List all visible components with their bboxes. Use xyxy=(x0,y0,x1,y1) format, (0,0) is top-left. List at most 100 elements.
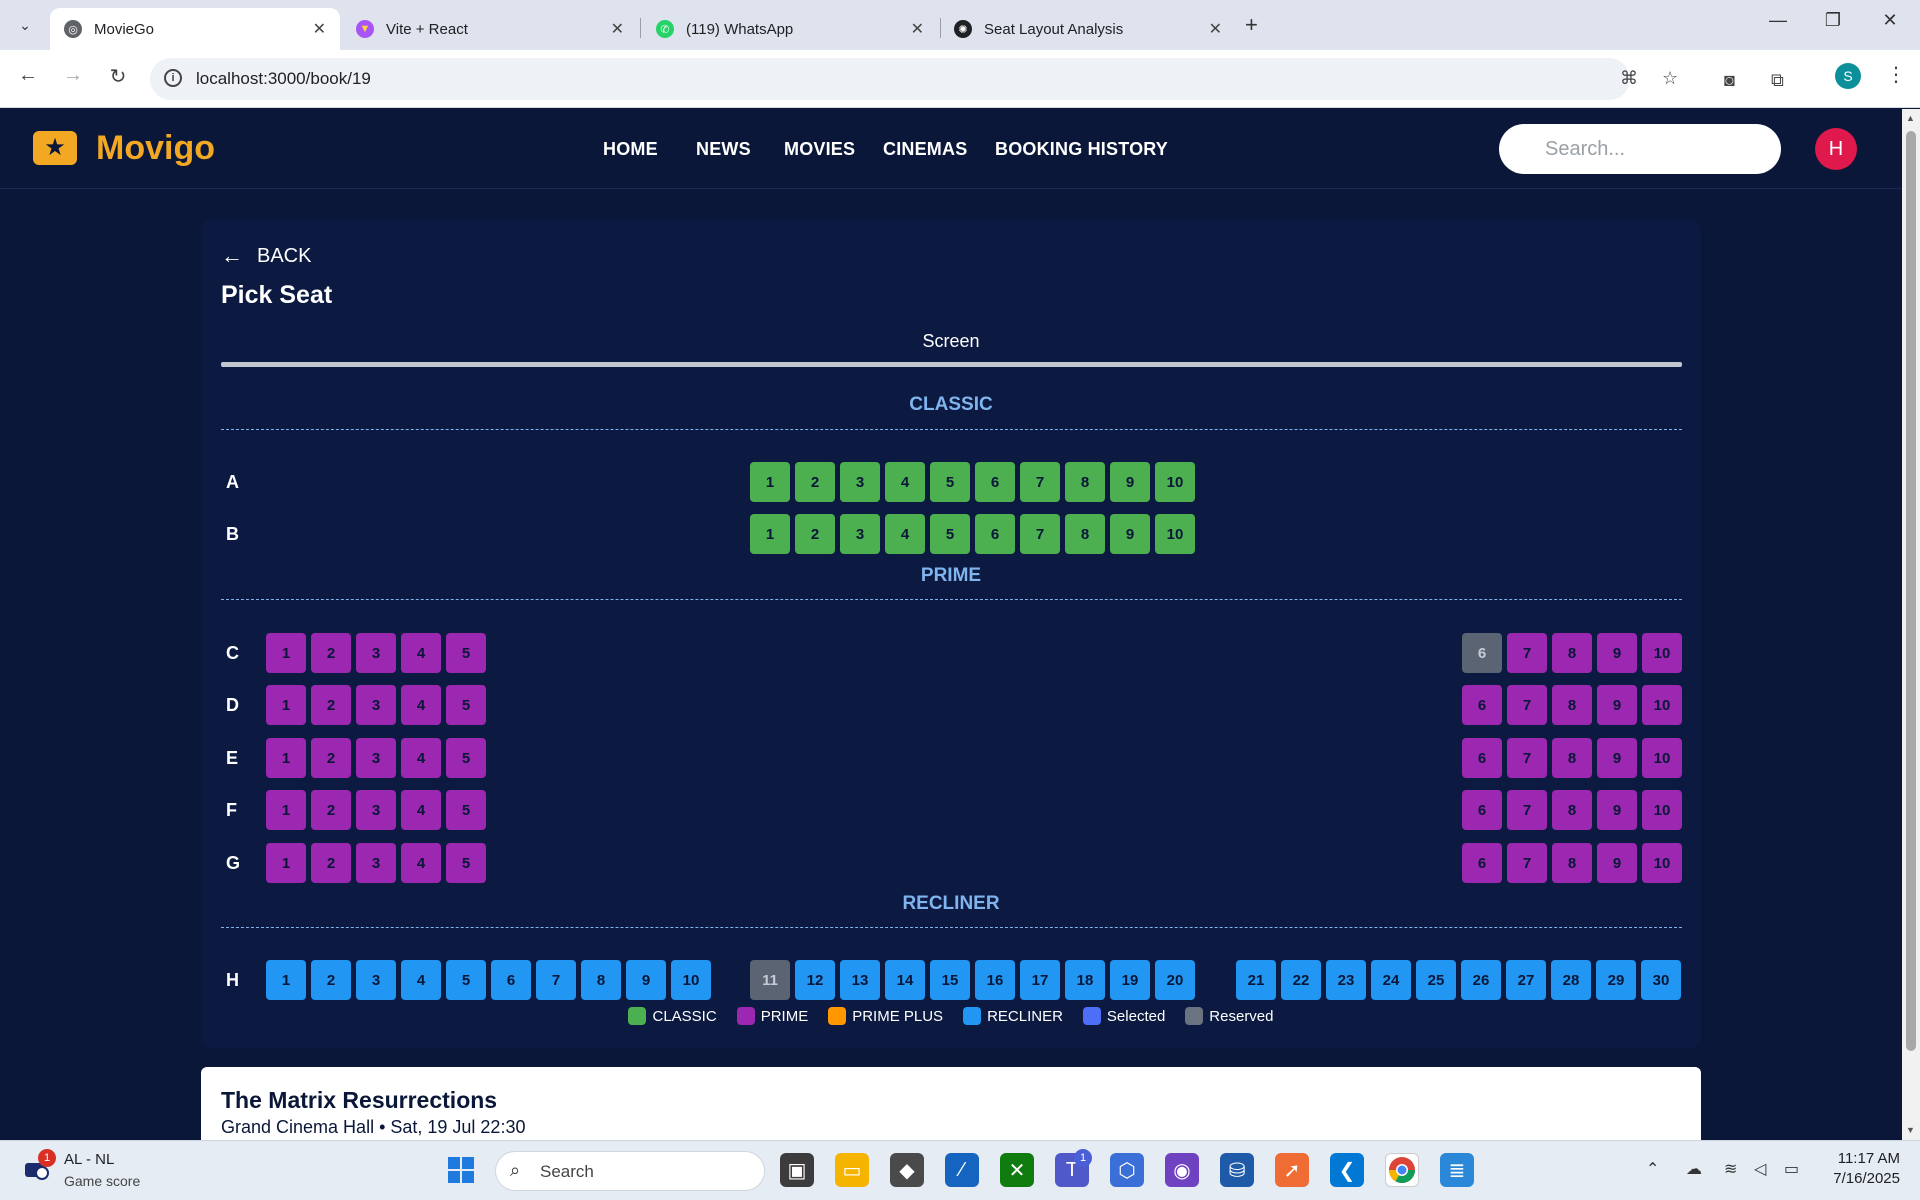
seat-prime[interactable]: 10 xyxy=(1642,790,1682,830)
windows-start-icon[interactable] xyxy=(444,1153,478,1187)
user-avatar[interactable]: H xyxy=(1815,128,1857,170)
seat-prime[interactable]: 7 xyxy=(1507,790,1547,830)
seat-prime[interactable]: 7 xyxy=(1507,738,1547,778)
seat-prime[interactable]: 4 xyxy=(401,738,441,778)
seat-prime[interactable]: 8 xyxy=(1552,843,1592,883)
bookmark-star-icon[interactable]: ☆ xyxy=(1662,68,1678,89)
seat-prime[interactable]: 6 xyxy=(1462,685,1502,725)
seat-prime[interactable]: 6 xyxy=(1462,738,1502,778)
seat-prime[interactable]: 5 xyxy=(446,790,486,830)
system-clock[interactable]: 11:17 AM 7/16/2025 xyxy=(1822,1150,1900,1187)
seat-classic[interactable]: 2 xyxy=(795,514,835,554)
seat-classic[interactable]: 5 xyxy=(930,514,970,554)
seat-recliner[interactable]: 22 xyxy=(1281,960,1321,1000)
seat-recliner[interactable]: 4 xyxy=(401,960,441,1000)
seat-prime[interactable]: 9 xyxy=(1597,685,1637,725)
seat-prime[interactable]: 9 xyxy=(1597,633,1637,673)
seat-recliner[interactable]: 12 xyxy=(795,960,835,1000)
tab-moviego[interactable]: ◎ MovieGo ✕ xyxy=(50,8,340,50)
vpn-icon[interactable]: ☁ xyxy=(1686,1159,1702,1179)
forward-arrow-icon[interactable]: → xyxy=(58,64,88,87)
translate-icon[interactable]: ⌘ xyxy=(1620,68,1638,89)
seat-prime[interactable]: 2 xyxy=(311,843,351,883)
seat-prime[interactable]: 4 xyxy=(401,843,441,883)
seat-prime[interactable]: 4 xyxy=(401,685,441,725)
wifi-icon[interactable]: ≋ xyxy=(1724,1159,1737,1179)
seat-prime[interactable]: 3 xyxy=(356,685,396,725)
back-button[interactable]: ← BACK xyxy=(221,243,311,269)
window-close-icon[interactable]: ✕ xyxy=(1870,10,1910,31)
logo-star-icon[interactable]: ★ xyxy=(33,131,77,165)
new-tab-icon[interactable]: + xyxy=(1245,12,1258,38)
seat-classic[interactable]: 7 xyxy=(1020,514,1060,554)
seat-recliner[interactable]: 25 xyxy=(1416,960,1456,1000)
seat-recliner[interactable]: 19 xyxy=(1110,960,1150,1000)
seat-prime[interactable]: 9 xyxy=(1597,790,1637,830)
news-subtitle[interactable]: Game score xyxy=(64,1173,140,1189)
seat-classic[interactable]: 4 xyxy=(885,514,925,554)
nav-booking-history[interactable]: BOOKING HISTORY xyxy=(995,139,1168,160)
seat-classic[interactable]: 7 xyxy=(1020,462,1060,502)
seat-prime[interactable]: 3 xyxy=(356,738,396,778)
volume-icon[interactable]: ◁ xyxy=(1754,1159,1766,1179)
seat-recliner[interactable]: 6 xyxy=(491,960,531,1000)
omnibox[interactable]: i localhost:3000/book/19 ⌘ ☆ xyxy=(150,58,1678,100)
seat-prime[interactable]: 9 xyxy=(1597,738,1637,778)
news-title[interactable]: AL - NL xyxy=(64,1151,114,1168)
restore-icon[interactable]: ❐ xyxy=(1813,10,1853,31)
seat-recliner[interactable]: 29 xyxy=(1596,960,1636,1000)
seat-classic[interactable]: 1 xyxy=(750,514,790,554)
seat-classic[interactable]: 1 xyxy=(750,462,790,502)
seat-prime[interactable]: 7 xyxy=(1507,843,1547,883)
seat-prime[interactable]: 2 xyxy=(311,685,351,725)
seat-prime[interactable]: 8 xyxy=(1552,790,1592,830)
vscode-icon[interactable]: ❮ xyxy=(1330,1153,1364,1187)
seat-prime[interactable]: 3 xyxy=(356,843,396,883)
seat-recliner[interactable]: 18 xyxy=(1065,960,1105,1000)
seat-recliner[interactable]: 27 xyxy=(1506,960,1546,1000)
seat-prime[interactable]: 10 xyxy=(1642,843,1682,883)
seat-prime[interactable]: 3 xyxy=(356,790,396,830)
seat-classic[interactable]: 8 xyxy=(1065,514,1105,554)
seat-recliner[interactable]: 28 xyxy=(1551,960,1591,1000)
tab-whatsapp[interactable]: ✆ (119) WhatsApp ✕ xyxy=(642,8,938,50)
postman-icon[interactable]: ➚ xyxy=(1275,1153,1309,1187)
close-icon[interactable]: ✕ xyxy=(911,19,924,39)
scrollbar-thumb[interactable] xyxy=(1906,131,1916,1051)
task-view-icon[interactable]: ▣ xyxy=(780,1153,814,1187)
close-icon[interactable]: ✕ xyxy=(313,19,326,39)
seat-prime[interactable]: 3 xyxy=(356,633,396,673)
profile-avatar[interactable]: S xyxy=(1835,63,1861,89)
url-text[interactable]: localhost:3000/book/19 xyxy=(196,69,371,89)
seat-classic[interactable]: 8 xyxy=(1065,462,1105,502)
seat-prime[interactable]: 8 xyxy=(1552,633,1592,673)
seat-prime[interactable]: 5 xyxy=(446,633,486,673)
seat-classic[interactable]: 6 xyxy=(975,514,1015,554)
seat-recliner[interactable]: 7 xyxy=(536,960,576,1000)
seat-prime[interactable]: 4 xyxy=(401,790,441,830)
minimize-icon[interactable]: — xyxy=(1758,10,1798,31)
notepad-icon[interactable]: ≣ xyxy=(1440,1153,1474,1187)
search-input[interactable] xyxy=(1499,124,1781,174)
mysql-icon[interactable]: ⛁ xyxy=(1220,1153,1254,1187)
myapps-icon[interactable]: ⁄ xyxy=(945,1153,979,1187)
site-info-icon[interactable]: i xyxy=(164,69,182,87)
seat-prime[interactable]: 5 xyxy=(446,738,486,778)
seat-prime[interactable]: 10 xyxy=(1642,685,1682,725)
seat-recliner[interactable]: 10 xyxy=(671,960,711,1000)
tray-overflow-icon[interactable]: ⌃ xyxy=(1646,1159,1659,1179)
chrome-icon[interactable] xyxy=(1385,1153,1419,1187)
seat-recliner[interactable]: 21 xyxy=(1236,960,1276,1000)
seat-recliner[interactable]: 23 xyxy=(1326,960,1366,1000)
seat-prime[interactable]: 8 xyxy=(1552,685,1592,725)
taskbar-search[interactable]: ⌕ Search xyxy=(495,1151,765,1191)
seat-recliner[interactable]: 2 xyxy=(311,960,351,1000)
seat-classic[interactable]: 10 xyxy=(1155,514,1195,554)
seat-classic[interactable]: 10 xyxy=(1155,462,1195,502)
brand-name[interactable]: Movigo xyxy=(96,129,215,168)
seat-prime[interactable]: 5 xyxy=(446,685,486,725)
seat-prime[interactable]: 8 xyxy=(1552,738,1592,778)
seat-recliner[interactable]: 16 xyxy=(975,960,1015,1000)
nav-cinemas[interactable]: CINEMAS xyxy=(883,139,967,160)
seat-prime[interactable]: 2 xyxy=(311,790,351,830)
